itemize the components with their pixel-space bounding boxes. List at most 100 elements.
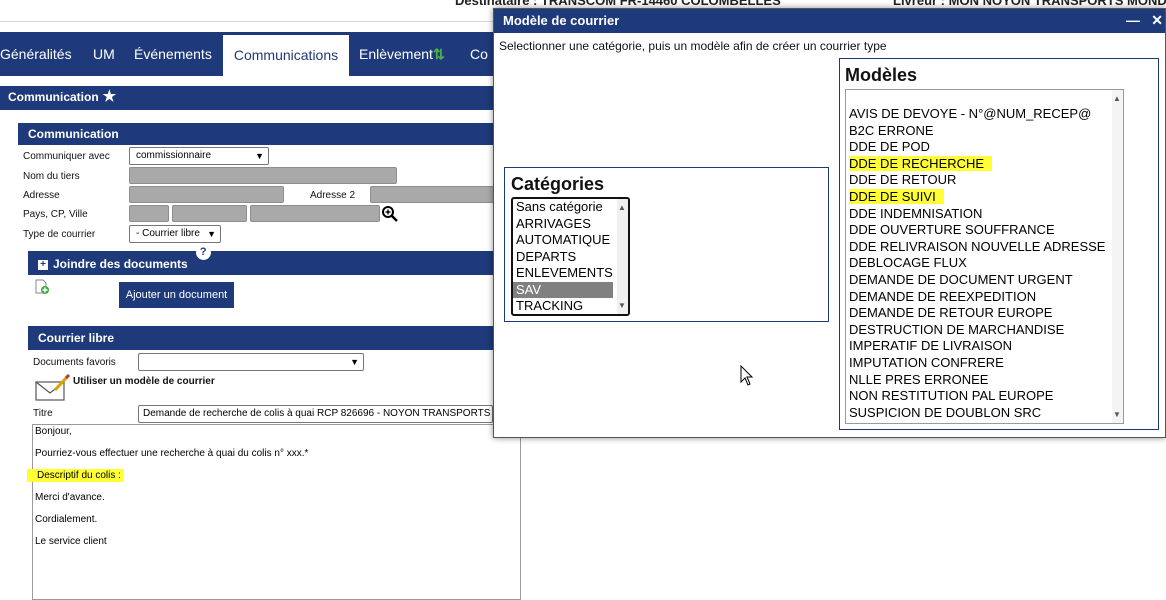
modele-item-highlighted[interactable]: DDE DE RECHERCHE [846,155,1123,173]
adresse-field[interactable] [129,186,284,203]
help-icon[interactable]: ? [195,245,211,260]
scroll-down-icon[interactable]: ▼ [1113,410,1121,419]
communiquer-avec-label: Communiquer avec [23,151,110,162]
envelope-pen-icon[interactable] [35,374,71,402]
modele-item[interactable]: NLLE PRES ERRONEE [846,372,1123,389]
joindre-section-header[interactable]: + Joindre des documents? [28,245,500,275]
titre-label: Titre [33,408,53,419]
body-line: Cordialement. [35,514,98,525]
modele-item-label: DDE DE RECHERCHE [849,155,993,171]
adresse-label: Adresse [23,190,60,201]
documents-favoris-select[interactable]: ▼ [138,353,364,371]
close-icon[interactable]: ✕ [1151,9,1163,31]
scroll-down-icon[interactable]: ▼ [618,301,626,310]
communiquer-avec-select[interactable]: commissionnaire ▼ [129,147,269,165]
modele-item[interactable]: DEMANDE DE RETOUR EUROPE [846,305,1123,322]
modele-item[interactable]: IMPERATIF DE LIVRAISON [846,338,1123,355]
scroll-up-icon[interactable]: ▲ [618,203,626,212]
swap-arrows-icon: ⇅ [432,46,445,62]
modeles-title: Modèles [845,65,918,85]
nom-tiers-label: Nom du tiers [23,171,80,182]
titre-input[interactable]: Demande de recherche de colis à quai RCP… [138,405,493,423]
category-item[interactable]: TRACKING [513,298,628,314]
dialog-instructions: Selectionner une catégorie, puis un modè… [499,39,887,53]
tab-bar: Généralités UM Événements Communications… [0,32,500,76]
chevron-down-icon: ▼ [207,229,216,239]
communication-bar: Communication ★ [0,86,500,110]
body-line: Merci d'avance. [35,492,105,503]
modele-item[interactable]: DEMANDE DE REEXPEDITION [846,289,1123,306]
modele-item-highlighted[interactable]: DDE DE SUIVI [846,188,1123,206]
adresse2-label: Adresse 2 [310,190,356,201]
tab-enlevement[interactable]: Enlèvement⇅ [359,32,445,76]
category-item[interactable]: Sans catégorie [513,199,628,216]
modele-item[interactable]: DDE DE RETOUR [846,172,1123,189]
modele-item[interactable]: AVIS DE DEVOYE - N°@NUM_RECEP@ [846,106,1123,123]
modele-item-label: DDE DE SUIVI [849,188,944,204]
modele-item[interactable]: IMPUTATION CONFRERE [846,355,1123,372]
modeles-scrollbar[interactable]: ▲ ▼ [1112,90,1123,423]
modele-item[interactable]: DDE INDEMNISATION [846,206,1123,223]
tab-communications[interactable]: Communications [223,32,349,76]
modele-item[interactable]: SUSPICION DE DOUBLON SRC [846,405,1123,422]
category-item[interactable]: DEPARTS [513,249,628,266]
adresse2-field[interactable] [370,186,495,203]
cp-field[interactable] [172,205,247,222]
tab-more[interactable]: Co [470,32,488,76]
add-file-icon[interactable] [34,279,50,295]
dialog-title-bar: Modèle de courrier — ✕ [494,9,1165,33]
minimize-icon[interactable]: — [1126,9,1140,31]
use-template-link[interactable]: Utiliser un modèle de courrier [73,376,215,387]
body-line: Pourriez-vous effectuer une recherche à … [35,448,309,459]
modele-item[interactable]: B2C ERRONE [846,123,1123,140]
modele-item[interactable]: DDE RELIVRAISON NOUVELLE ADRESSE [846,239,1123,256]
communication-bar-title: Communication [8,90,99,104]
chevron-down-icon: ▼ [255,151,264,161]
categories-panel: Catégories Sans catégorie ARRIVAGES AUTO… [504,167,829,322]
tab-um[interactable]: UM [93,32,115,76]
modeles-listbox[interactable]: AVIS DE DEVOYE - N°@NUM_RECEP@ B2C ERRON… [845,89,1124,424]
type-courrier-select[interactable]: - Courrier libre ▼ [129,225,221,243]
tab-enlevement-label: Enlèvement [359,46,433,62]
scroll-up-icon[interactable]: ▲ [1113,94,1121,103]
expand-plus-icon[interactable]: + [38,259,48,270]
modele-item[interactable]: DDE DE POD [846,139,1123,156]
category-item[interactable]: ARRIVAGES [513,216,628,233]
categories-scrollbar[interactable]: ▲ ▼ [617,199,628,314]
communication-section-header: Communication [18,123,500,145]
categories-title: Catégories [511,174,605,194]
modele-item[interactable]: NON RESTITUTION PAL EUROPE [846,388,1123,405]
body-line: Le service client [35,536,107,547]
body-line-highlighted: Descriptif du colis : [27,469,123,482]
categories-listbox[interactable]: Sans catégorie ARRIVAGES AUTOMATIQUE DEP… [511,197,630,316]
modele-item[interactable]: DEMANDE DE DOCUMENT URGENT [846,272,1123,289]
destinataire-text: Destinataire : TRANSCOM FR-14460 COLOMBE… [455,0,781,8]
nom-tiers-field[interactable] [129,167,397,184]
category-item[interactable]: AUTOMATIQUE [513,232,628,249]
modeles-panel: Modèles AVIS DE DEVOYE - N°@NUM_RECEP@ B… [839,58,1159,430]
modele-item[interactable]: DESTRUCTION DE MARCHANDISE [846,322,1123,339]
pays-cp-ville-label: Pays, CP, Ville [23,209,88,220]
add-document-button[interactable]: Ajouter un document [119,282,234,308]
category-item[interactable]: ENLEVEMENTS [513,265,628,282]
joindre-title: Joindre des documents [53,257,188,271]
body-line: Bonjour, [35,426,72,437]
zoom-search-icon[interactable] [381,205,399,223]
documents-favoris-label: Documents favoris [33,357,116,368]
category-item-selected[interactable]: SAV [513,281,613,298]
modele-item[interactable]: DEBLOCAGE FLUX [846,255,1123,272]
star-icon[interactable]: ★ [103,88,116,105]
modele-item[interactable]: DDE OUVERTURE SOUFFRANCE [846,222,1123,239]
ville-field[interactable] [250,205,380,222]
template-dialog: Modèle de courrier — ✕ Selectionner une … [493,8,1166,438]
type-courrier-label: Type de courrier [23,229,96,240]
communiquer-avec-value: commissionnaire [136,150,212,161]
letter-body-textarea[interactable]: Bonjour, Pourriez-vous effectuer une rec… [27,424,521,600]
type-courrier-value: - Courrier libre [136,228,200,239]
tab-evenements[interactable]: Événements [134,32,212,76]
dialog-title: Modèle de courrier [503,13,620,28]
chevron-down-icon: ▼ [350,357,359,367]
courrier-libre-header: Courrier libre [28,326,500,350]
tab-generalites[interactable]: Généralités [0,32,72,76]
pays-field[interactable] [129,205,169,222]
